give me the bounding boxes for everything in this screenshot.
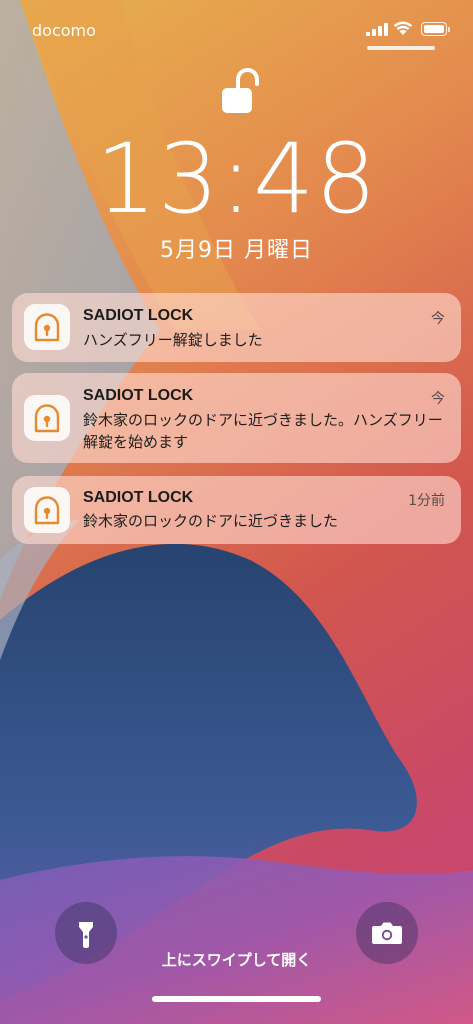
notification-app-name: SADIOT LOCK xyxy=(83,387,194,404)
cellular-signal-icon xyxy=(366,22,388,36)
control-center-indicator[interactable] xyxy=(367,46,435,50)
clock-date: 5月9日 月曜日 xyxy=(160,238,313,263)
notification-body: 鈴木家のロックのドアに近づきました。ハンズフリー解錠を始めます xyxy=(83,411,443,451)
notification-card[interactable]: SADIOT LOCK 今 鈴木家のロックのドアに近づきました。ハンズフリー解錠… xyxy=(12,373,461,463)
clock-time: 13:48 xyxy=(95,123,378,235)
sadiot-lock-app-icon xyxy=(24,395,70,441)
notification-time: 今 xyxy=(431,311,445,327)
notification-body: ハンズフリー解錠しました xyxy=(83,331,263,349)
status-bar: docomo xyxy=(0,0,473,60)
notification-card[interactable]: SADIOT LOCK 今 ハンズフリー解錠しました xyxy=(12,293,461,362)
notification-app-name: SADIOT LOCK xyxy=(83,489,194,506)
notification-app-name: SADIOT LOCK xyxy=(83,307,194,324)
sadiot-lock-app-icon xyxy=(24,487,70,533)
home-indicator[interactable] xyxy=(152,996,321,1002)
carrier-name: docomo xyxy=(32,21,96,40)
swipe-up-hint: 上にスワイプして開く xyxy=(161,951,312,969)
notification-time: 1分前 xyxy=(408,493,445,509)
sadiot-lock-app-icon xyxy=(24,304,70,350)
notification-time: 今 xyxy=(431,391,445,407)
battery-icon xyxy=(421,22,450,36)
unlocked-padlock-icon xyxy=(218,66,268,116)
notification-body: 鈴木家のロックのドアに近づきました xyxy=(83,512,339,530)
notification-card[interactable]: SADIOT LOCK 1分前 鈴木家のロックのドアに近づきました xyxy=(12,476,461,544)
wifi-icon xyxy=(393,20,413,36)
